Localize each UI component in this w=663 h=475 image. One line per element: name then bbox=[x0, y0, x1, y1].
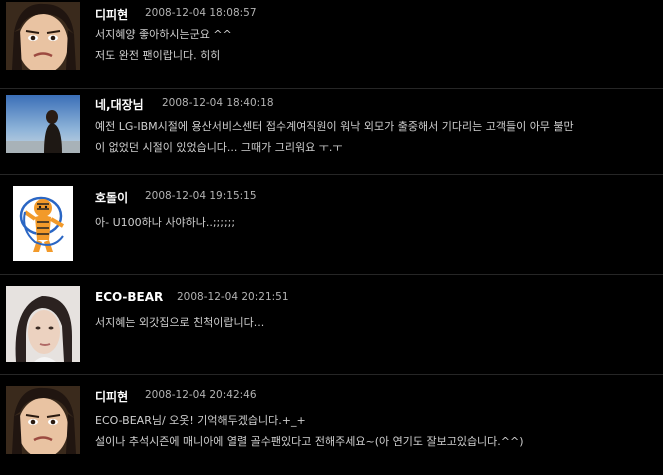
comment-body: 아- U100하나 사야하나..;;;;;; bbox=[95, 212, 657, 233]
comment-body: 예전 LG-IBM시절에 용산서비스센터 접수계여직원이 워낙 외모가 출중해서… bbox=[95, 116, 657, 158]
comment-author[interactable]: 네,대장님 bbox=[95, 96, 144, 113]
comment-line: 아- U100하나 사야하나..;;;;;; bbox=[95, 216, 236, 229]
comment-item: 호돌이 2008-12-04 19:15:15 아- U100하나 사야하나..… bbox=[0, 174, 663, 275]
comment-body: 서지혜양 좋아하시는군요 ^^ 저도 완전 팬이랍니다. 히히 bbox=[95, 24, 657, 66]
comment-item: 디피현 2008-12-04 20:42:46 ECO-BEAR님/ 오옷! 기… bbox=[0, 374, 663, 475]
comment-author[interactable]: 디피현 bbox=[95, 6, 128, 23]
comment-timestamp: 2008-12-04 19:15:15 bbox=[145, 190, 257, 202]
comment-list: 디피현 2008-12-04 18:08:57 서지혜양 좋아하시는군요 ^^ … bbox=[0, 0, 663, 475]
comment-item: ECO-BEAR 2008-12-04 20:21:51 서지혜는 외갓집으로 … bbox=[0, 274, 663, 375]
avatar[interactable] bbox=[6, 95, 80, 153]
comment-timestamp: 2008-12-04 20:21:51 bbox=[177, 291, 289, 303]
comment-author[interactable]: ECO-BEAR bbox=[95, 290, 163, 304]
comment-line: 서지혜양 좋아하시는군요 ^^ bbox=[95, 28, 232, 41]
avatar[interactable] bbox=[6, 286, 80, 362]
comment-timestamp: 2008-12-04 18:40:18 bbox=[162, 97, 274, 109]
comment-body: 서지혜는 외갓집으로 친척이랍니다... bbox=[95, 312, 657, 333]
comment-line: 예전 LG-IBM시절에 용산서비스센터 접수계여직원이 워낙 외모가 출중해서… bbox=[95, 120, 574, 133]
avatar[interactable] bbox=[6, 386, 80, 454]
comment-item: 디피현 2008-12-04 18:08:57 서지혜양 좋아하시는군요 ^^ … bbox=[0, 0, 663, 89]
comment-timestamp: 2008-12-04 18:08:57 bbox=[145, 7, 257, 19]
comment-line: ECO-BEAR님/ 오옷! 기억해두겠습니다.+_+ bbox=[95, 414, 306, 427]
comment-line: 저도 완전 팬이랍니다. 히히 bbox=[95, 49, 221, 62]
comment-line: 이 없었던 시절이 있었습니다... 그때가 그리워요 ㅜ.ㅜ bbox=[95, 141, 343, 154]
comment-author[interactable]: 호돌이 bbox=[95, 189, 128, 206]
avatar[interactable] bbox=[6, 2, 80, 70]
comment-line: 서지혜는 외갓집으로 친척이랍니다... bbox=[95, 316, 265, 329]
avatar[interactable] bbox=[13, 186, 73, 261]
comment-timestamp: 2008-12-04 20:42:46 bbox=[145, 389, 257, 401]
comment-line: 설이나 추석시즌에 매니아에 열렬 골수팬있다고 전해주세요~(아 연기도 잘보… bbox=[95, 435, 524, 448]
comment-author[interactable]: 디피현 bbox=[95, 388, 128, 405]
comment-item: 네,대장님 2008-12-04 18:40:18 예전 LG-IBM시절에 용… bbox=[0, 88, 663, 175]
comment-body: ECO-BEAR님/ 오옷! 기억해두겠습니다.+_+ 설이나 추석시즌에 매니… bbox=[95, 410, 657, 452]
